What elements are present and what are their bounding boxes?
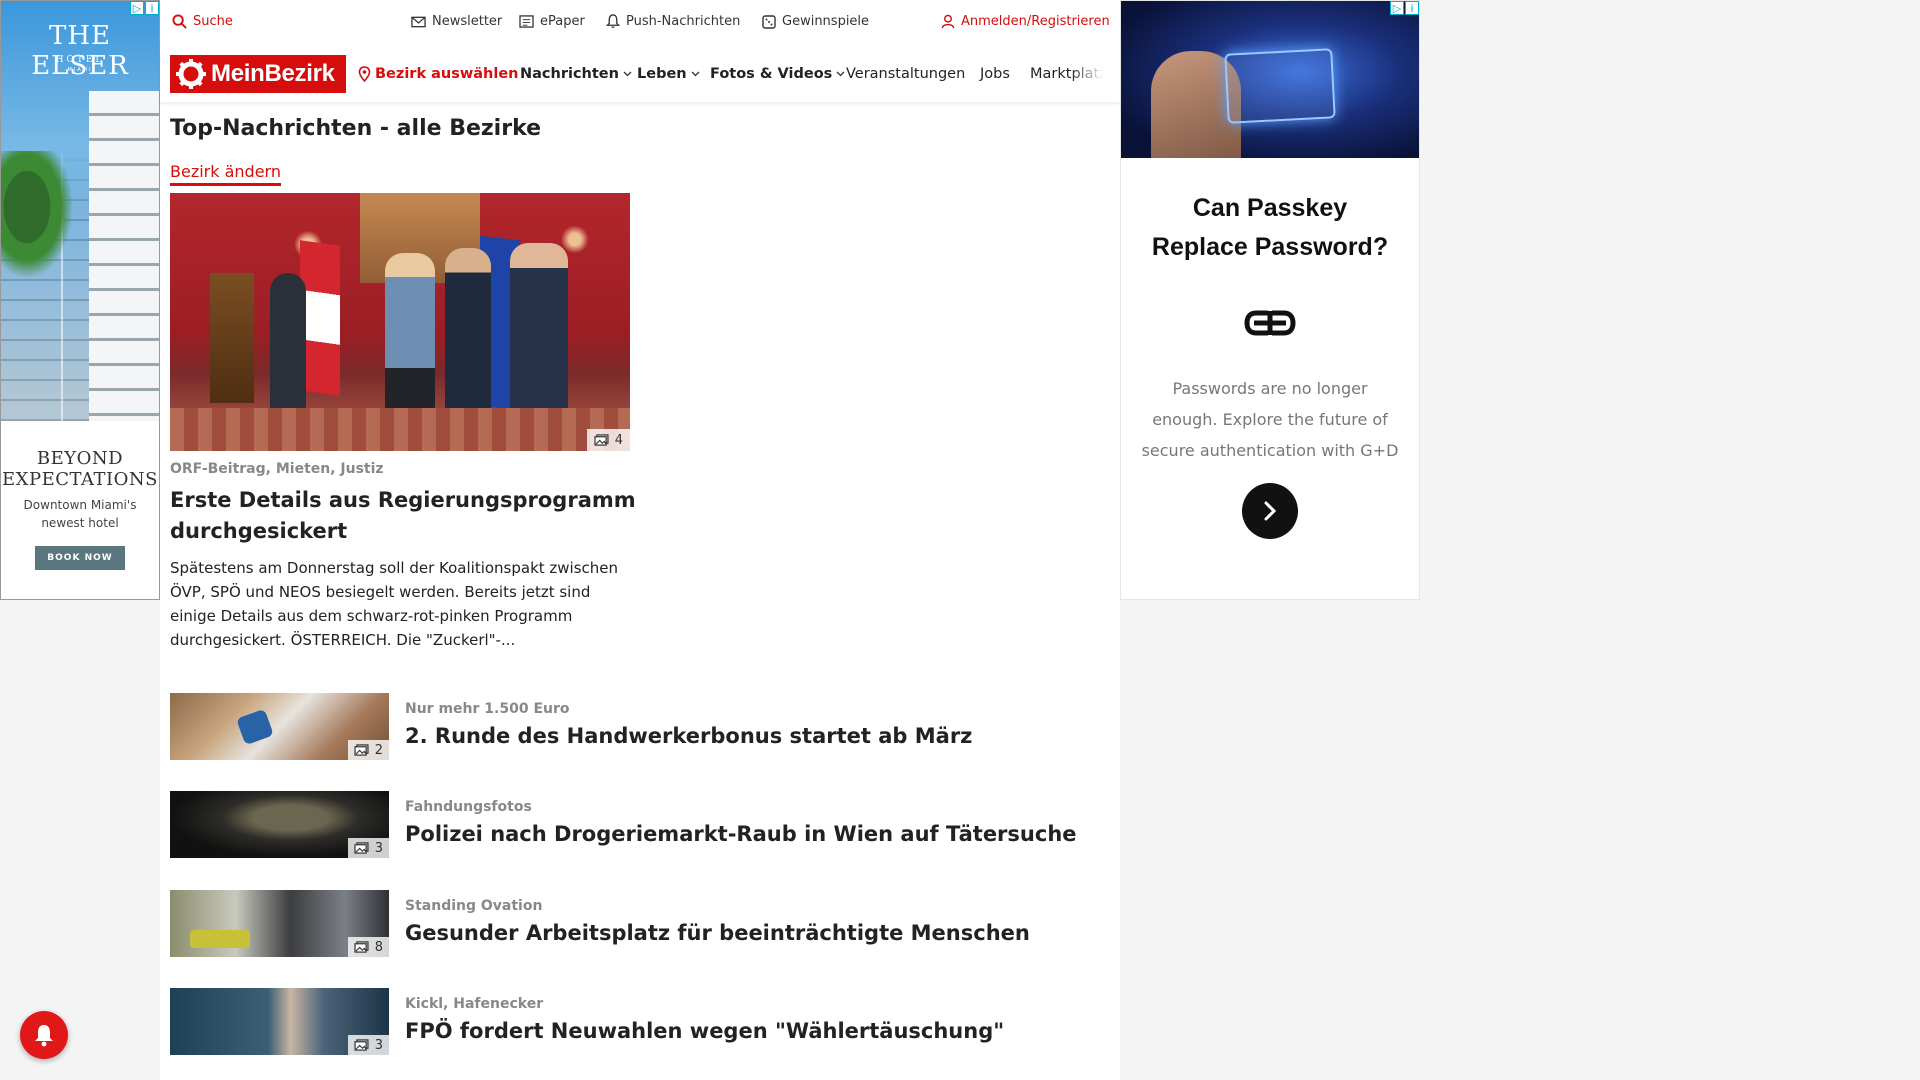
- article-thumbnail[interactable]: 3: [170, 791, 389, 858]
- list-item[interactable]: 3 Kickl, Hafenecker FPÖ fordert Neuwahle…: [170, 988, 1100, 1058]
- district-select[interactable]: Bezirk auswählen: [358, 66, 519, 82]
- nav-leben-label: Leben: [637, 66, 687, 82]
- hero-headline-link[interactable]: Erste Details aus Regierungsprogramm dur…: [170, 485, 640, 547]
- ad-brand-location: MIAMI: [67, 67, 93, 73]
- article-headline-link[interactable]: 2. Runde des Handwerkerbonus startet ab …: [405, 724, 972, 748]
- mail-icon: [411, 16, 426, 28]
- image-gallery-icon: [354, 941, 369, 953]
- epaper-link[interactable]: ePaper: [519, 14, 585, 29]
- image-count-badge: 2: [347, 740, 389, 760]
- image-count: 2: [374, 742, 383, 758]
- article-kicker: Standing Ovation: [405, 898, 543, 914]
- district-select-label: Bezirk auswählen: [375, 66, 519, 82]
- ad-copy: Passwords are no longer enough. Explore …: [1141, 379, 1399, 460]
- hero-teaser: Spätestens am Donnerstag soll der Koalit…: [170, 559, 619, 649]
- nav-nachrichten[interactable]: Nachrichten: [520, 66, 632, 82]
- nav-fotos-videos-label: Fotos & Videos: [710, 66, 833, 82]
- search-label: Suche: [193, 14, 233, 29]
- push-label: Push-Nachrichten: [626, 14, 741, 29]
- article-headline-link[interactable]: FPÖ fordert Neuwahlen wegen "Wählertäusc…: [405, 1019, 1004, 1043]
- article-kicker: Nur mehr 1.500 Euro: [405, 701, 570, 717]
- newspaper-icon: [519, 15, 534, 28]
- chevron-down-icon: [691, 71, 700, 77]
- image-gallery-icon: [594, 434, 609, 446]
- image-count-badge: 8: [347, 937, 389, 957]
- logo-text: MeinBezirk: [211, 60, 335, 87]
- article-kicker: Fahndungsfotos: [405, 799, 532, 815]
- ad-headline-line1: Can Passkey: [1192, 194, 1348, 222]
- image-gallery-icon: [354, 744, 369, 756]
- search-icon: [172, 14, 187, 29]
- list-item[interactable]: 3 Fahndungsfotos Polizei nach Drogeriema…: [170, 791, 1100, 861]
- article-headline-link[interactable]: Gesunder Arbeitsplatz für beeinträchtigt…: [405, 921, 1030, 945]
- chevron-down-icon: [623, 71, 632, 77]
- ad-copy: Downtown Miami's newest hotel: [23, 498, 137, 530]
- ad-brand-sub: HOTEL: [55, 55, 105, 65]
- user-icon: [941, 14, 955, 29]
- ad-headline: Can Passkey Replace Password?: [1121, 189, 1419, 267]
- newsletter-link[interactable]: Newsletter: [411, 14, 502, 29]
- ad-cta-button[interactable]: [1242, 483, 1298, 539]
- article-thumbnail[interactable]: 3: [170, 988, 389, 1055]
- dice-icon: [762, 14, 776, 29]
- top-utility-bar: Suche Newsletter ePaper Push-Nachrichten…: [160, 0, 1120, 46]
- article-kicker: Kickl, Hafenecker: [405, 996, 544, 1012]
- image-count-badge: 4: [586, 429, 630, 451]
- main-column: Suche Newsletter ePaper Push-Nachrichten…: [160, 0, 1120, 1080]
- image-count-badge: 3: [347, 838, 389, 858]
- image-count: 3: [374, 840, 383, 856]
- chevron-down-icon: [836, 71, 845, 77]
- image-count-badge: 3: [347, 1035, 389, 1055]
- image-gallery-icon: [354, 1039, 369, 1051]
- ad-book-now-button[interactable]: BOOK NOW: [35, 546, 125, 570]
- search-link[interactable]: Suche: [172, 14, 233, 29]
- hero-kicker: ORF-Beitrag, Mieten, Justiz: [170, 461, 384, 477]
- epaper-label: ePaper: [540, 14, 585, 29]
- site-logo[interactable]: MeinBezirk: [170, 55, 346, 93]
- login-link[interactable]: Anmelden/Registrieren: [941, 14, 1110, 29]
- main-navigation: MeinBezirk Bezirk auswählen Nachrichten …: [160, 46, 1120, 102]
- location-pin-icon: [358, 66, 371, 82]
- nav-overflow-fade: [1070, 52, 1118, 96]
- bell-icon: [33, 1023, 55, 1047]
- article-headline-link[interactable]: Polizei nach Drogeriemarkt-Raub in Wien …: [405, 822, 1077, 846]
- ad-passkey-visual: [1121, 1, 1419, 158]
- ad-headline-line2: Replace Password?: [1151, 233, 1389, 261]
- list-item[interactable]: 8 Standing Ovation Gesunder Arbeitsplatz…: [170, 890, 1100, 960]
- image-count: 3: [374, 1037, 383, 1053]
- change-district-link[interactable]: Bezirk ändern: [170, 162, 281, 186]
- logo-mark-icon: [176, 59, 206, 89]
- games-link[interactable]: Gewinnspiele: [762, 14, 869, 29]
- nav-fotos-videos[interactable]: Fotos & Videos: [710, 66, 845, 82]
- nav-jobs[interactable]: Jobs: [980, 66, 1010, 82]
- newsletter-label: Newsletter: [432, 14, 503, 29]
- push-notifications-link[interactable]: Push-Nachrichten: [606, 14, 740, 29]
- bell-icon: [606, 14, 620, 29]
- image-count: 4: [614, 432, 623, 448]
- right-sidebar-ad[interactable]: ▷ i Can Passkey Replace Password? Passwor…: [1120, 0, 1420, 600]
- page-title: Top-Nachrichten - alle Bezirke: [170, 116, 542, 141]
- article-thumbnail[interactable]: 2: [170, 693, 389, 760]
- image-count: 8: [374, 939, 383, 955]
- list-item[interactable]: 2 Nur mehr 1.500 Euro 2. Runde des Handw…: [170, 693, 1100, 763]
- notification-bell-button[interactable]: [20, 1011, 68, 1059]
- nav-nachrichten-label: Nachrichten: [520, 66, 619, 82]
- login-label: Anmelden/Registrieren: [961, 14, 1110, 29]
- games-label: Gewinnspiele: [782, 14, 870, 29]
- left-skyscraper-ad[interactable]: THE ELSER HOTEL MIAMI ▷ i BEYOND EXPECTAT…: [0, 0, 160, 600]
- ad-choices-icon[interactable]: ▷ i: [130, 1, 159, 16]
- nav-leben[interactable]: Leben: [637, 66, 700, 82]
- arrow-right-icon: [1262, 500, 1278, 522]
- hero-article-image[interactable]: 4: [170, 193, 630, 451]
- ad-headline: BEYOND EXPECTATIONS: [2, 448, 158, 490]
- gd-logo-icon: [1242, 307, 1298, 343]
- image-gallery-icon: [354, 842, 369, 854]
- nav-veranstaltungen[interactable]: Veranstaltungen: [846, 66, 965, 82]
- ad-choices-icon[interactable]: ▷ i: [1390, 1, 1419, 16]
- article-thumbnail[interactable]: 8: [170, 890, 389, 957]
